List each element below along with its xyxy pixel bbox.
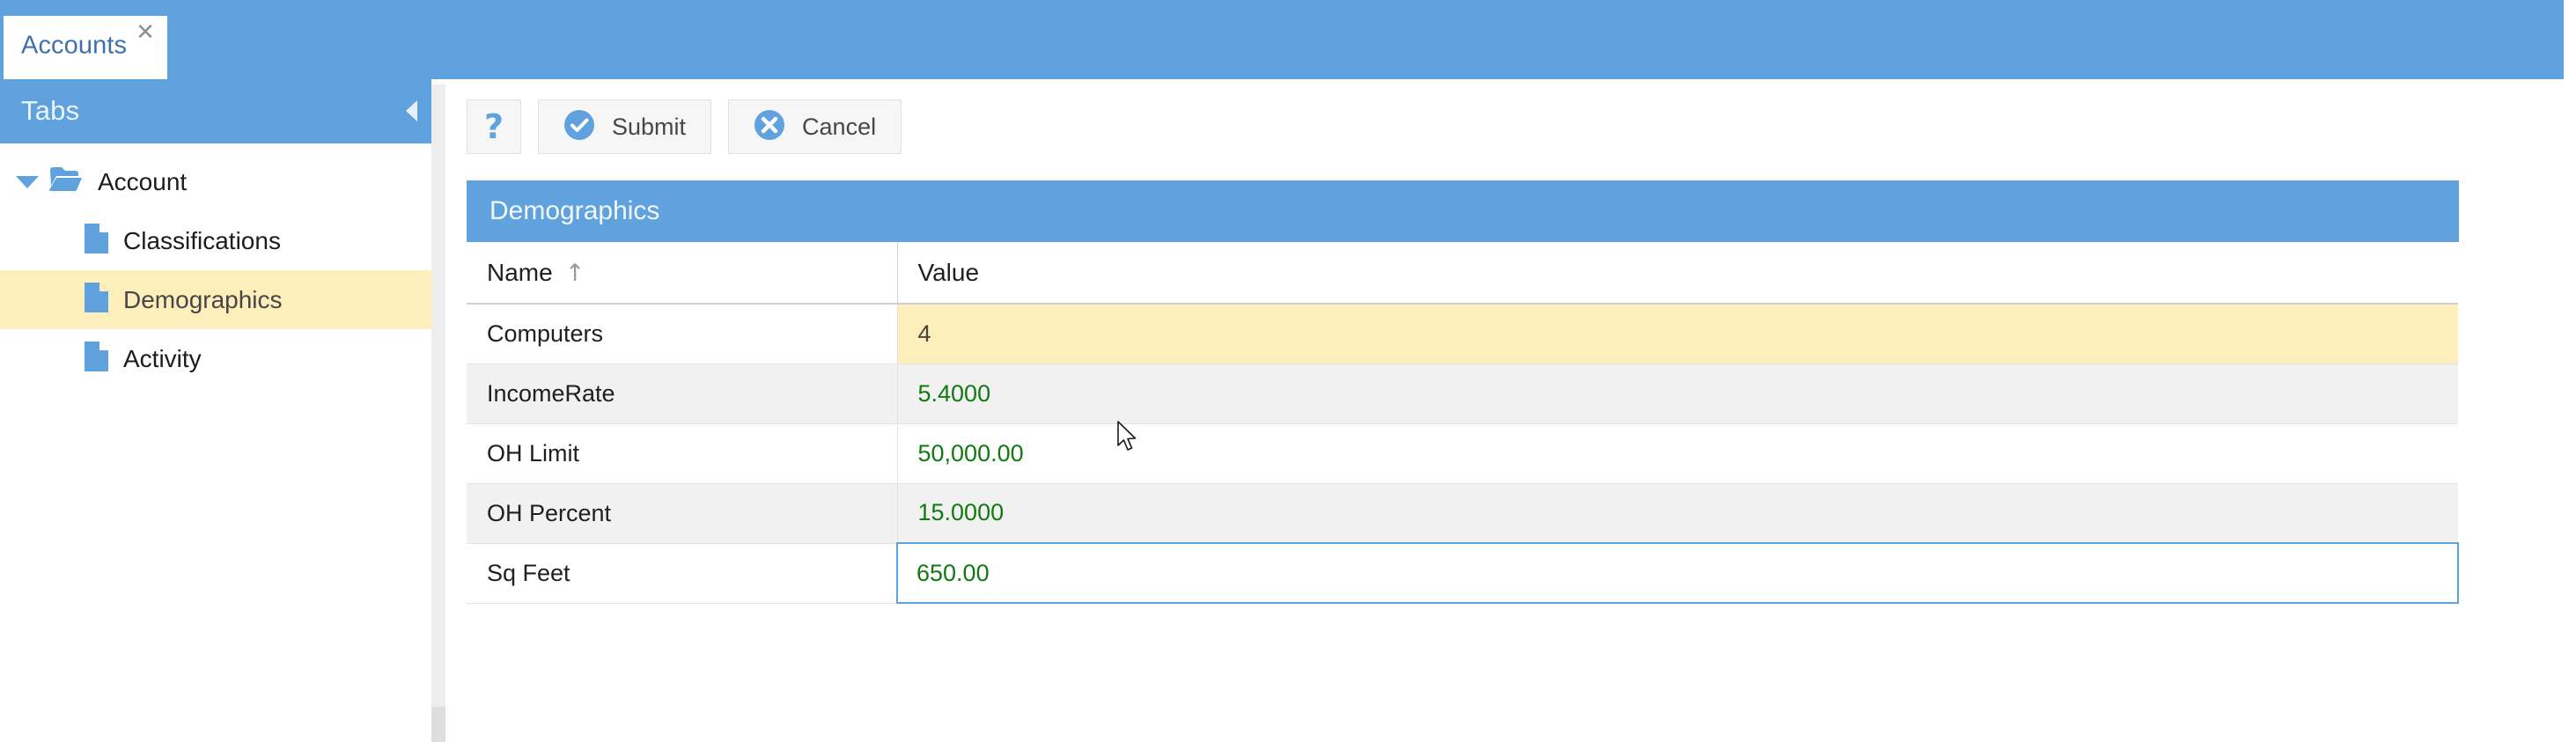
table-row[interactable]: IncomeRate 5.4000 xyxy=(467,364,2458,423)
cancel-button[interactable]: Cancel xyxy=(728,99,902,154)
cell-name: Computers xyxy=(467,304,897,364)
sidebar-title: Tabs xyxy=(21,95,79,127)
cell-name: IncomeRate xyxy=(467,364,897,423)
grid-body: Computers 4 IncomeRate 5.4000 OH Limit 5… xyxy=(467,304,2458,603)
scrollbar-thumb[interactable] xyxy=(431,707,445,742)
cell-value[interactable]: 50,000.00 xyxy=(897,423,2458,483)
sidebar-item-classifications[interactable]: Classifications xyxy=(0,211,431,270)
sidebar-item-label: Classifications xyxy=(123,227,281,255)
column-header-name[interactable]: Name ↑ xyxy=(467,242,897,304)
cell-value[interactable]: 15.0000 xyxy=(897,483,2458,543)
column-header-label: Value xyxy=(918,259,980,286)
chevron-down-icon[interactable] xyxy=(16,176,39,188)
sidebar: Tabs Account xyxy=(0,79,431,742)
demographics-panel: Demographics Name ↑ Value xyxy=(467,180,2459,604)
document-icon xyxy=(85,342,108,376)
sidebar-item-activity[interactable]: Activity xyxy=(0,329,431,388)
sidebar-header: Tabs xyxy=(0,79,431,143)
cell-value[interactable]: 5.4000 xyxy=(897,364,2458,423)
sidebar-item-demographics[interactable]: Demographics xyxy=(0,270,431,329)
cell-name: OH Percent xyxy=(467,483,897,543)
document-icon xyxy=(85,224,108,258)
scrollbar-track[interactable] xyxy=(431,84,445,742)
document-tab-label: Accounts xyxy=(21,32,127,61)
cell-name: OH Limit xyxy=(467,423,897,483)
workspace: Tabs Account xyxy=(0,79,2576,742)
column-header-value[interactable]: Value xyxy=(897,242,2458,304)
grid-header-row: Name ↑ Value xyxy=(467,242,2458,304)
panel-title: Demographics xyxy=(489,196,659,226)
top-tab-bar: Accounts ✕ xyxy=(0,0,2564,79)
content-area: ? Submit Cancel xyxy=(445,79,2576,742)
panel-header: Demographics xyxy=(467,180,2459,242)
submit-button[interactable]: Submit xyxy=(538,99,711,154)
x-circle-icon xyxy=(754,109,785,145)
folder-open-icon xyxy=(49,166,83,197)
table-row[interactable]: Sq Feet 650.00 xyxy=(467,543,2458,603)
cancel-button-label: Cancel xyxy=(802,114,876,141)
tab-strip: Accounts ✕ xyxy=(4,16,167,79)
table-row[interactable]: OH Limit 50,000.00 xyxy=(467,423,2458,483)
sidebar-item-label: Demographics xyxy=(123,286,283,314)
cell-name: Sq Feet xyxy=(467,543,897,603)
sidebar-item-account[interactable]: Account xyxy=(0,152,431,211)
column-header-label: Name xyxy=(487,259,553,286)
arrow-up-icon: ↑ xyxy=(565,260,585,287)
demographics-grid: Name↑ Value Computers 4 IncomeRate 5. xyxy=(467,242,2459,604)
sidebar-tree: Account Classifications xyxy=(0,143,431,388)
close-icon[interactable]: ✕ xyxy=(136,23,155,42)
document-tab-accounts[interactable]: Accounts ✕ xyxy=(4,16,167,79)
cell-value-editor[interactable]: 650.00 xyxy=(897,543,2458,603)
sidebar-scrollbar[interactable] xyxy=(431,79,445,742)
sidebar-item-label: Activity xyxy=(123,345,202,373)
grid-header: Name ↑ Value xyxy=(467,242,2458,304)
table-row[interactable]: OH Percent 15.0000 xyxy=(467,483,2458,543)
submit-button-label: Submit xyxy=(612,114,686,141)
help-button[interactable]: ? xyxy=(467,99,521,154)
form-toolbar: ? Submit Cancel xyxy=(467,99,902,154)
table-row[interactable]: Computers 4 xyxy=(467,304,2458,364)
cell-value[interactable]: 4 xyxy=(897,304,2458,364)
sidebar-item-label: Account xyxy=(98,168,187,196)
question-mark-icon: ? xyxy=(484,110,504,143)
document-icon xyxy=(85,283,108,317)
chevron-left-icon[interactable] xyxy=(406,100,417,121)
check-circle-icon xyxy=(563,109,595,145)
